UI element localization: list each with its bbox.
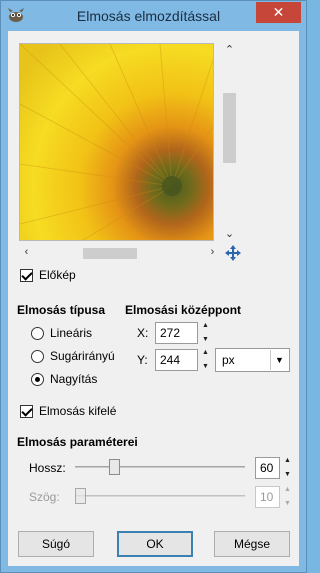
ok-button[interactable]: OK (117, 531, 193, 557)
radio-radial-label: Sugárirányú (50, 349, 115, 363)
title-bar[interactable]: Elmosás elmozdítással ✕ (1, 1, 306, 31)
radio-linear[interactable] (31, 326, 44, 340)
y-spinbox[interactable]: 244 ▲ ▼ (155, 349, 211, 371)
length-decrement-icon[interactable]: ▼ (282, 471, 293, 479)
chevron-right-icon[interactable]: › (205, 246, 220, 258)
x-increment-icon[interactable]: ▲ (200, 322, 211, 330)
gimp-app-icon (8, 8, 24, 22)
angle-input[interactable]: 10 (255, 486, 280, 508)
chevron-left-icon[interactable]: ‹ (19, 246, 34, 258)
chevron-up-icon[interactable]: ⌃ (222, 43, 237, 56)
length-input[interactable]: 60 (255, 457, 280, 479)
angle-slider-handle[interactable] (75, 488, 86, 504)
blur-type-heading: Elmosás típusa (17, 303, 106, 317)
preview-checkbox-label: Előkép (39, 268, 76, 282)
length-spinbox[interactable]: 60 ▲ ▼ (255, 457, 293, 479)
angle-label: Szög: (29, 490, 60, 504)
length-slider-handle[interactable] (109, 459, 120, 475)
blur-outward-toggle[interactable]: Elmosás kifelé (20, 404, 116, 418)
navigate-move-icon[interactable] (224, 244, 242, 262)
length-label: Hossz: (29, 461, 66, 475)
blur-params-heading: Elmosás paraméterei (17, 435, 138, 449)
window-title: Elmosás elmozdítással (76, 8, 221, 24)
dialog-window: Elmosás elmozdítással ✕ ⌃ ⌄ ‹ › Előkép E… (0, 0, 307, 573)
help-button[interactable]: Súgó (18, 531, 94, 557)
blur-type-linear-option[interactable]: Lineáris (31, 326, 92, 340)
blur-type-radial-option[interactable]: Sugárirányú (31, 349, 115, 363)
unit-select[interactable]: px ▼ (215, 348, 290, 372)
preview-toggle[interactable]: Előkép (20, 268, 76, 282)
y-increment-icon[interactable]: ▲ (200, 349, 211, 357)
blur-type-zoom-option[interactable]: Nagyítás (31, 372, 97, 386)
chevron-down-icon[interactable]: ▼ (270, 350, 288, 370)
cancel-button[interactable]: Mégse (214, 531, 290, 557)
radio-zoom[interactable] (31, 372, 44, 386)
preview-checkbox[interactable] (20, 268, 33, 282)
preview-image[interactable] (19, 43, 214, 241)
preview-horizontal-scrollbar[interactable]: ‹ › (19, 245, 219, 261)
length-increment-icon[interactable]: ▲ (282, 457, 293, 465)
radio-linear-label: Lineáris (50, 326, 93, 340)
dialog-client-area: ⌃ ⌄ ‹ › Előkép Elmosás típusa Lineáris S… (8, 31, 299, 566)
y-label: Y: (137, 353, 148, 367)
radio-radial[interactable] (31, 349, 44, 363)
chevron-down-icon[interactable]: ⌄ (222, 227, 237, 240)
y-decrement-icon[interactable]: ▼ (200, 363, 211, 371)
blur-center-heading: Elmosási középpont (125, 303, 242, 317)
angle-increment-icon[interactable]: ▲ (282, 486, 293, 494)
radio-zoom-label: Nagyítás (50, 372, 98, 386)
angle-decrement-icon[interactable]: ▼ (282, 500, 293, 508)
angle-slider-track[interactable] (75, 495, 245, 497)
length-slider-track[interactable] (75, 466, 245, 468)
vertical-scroll-thumb[interactable] (223, 93, 236, 163)
x-label: X: (137, 326, 149, 340)
angle-spinbox[interactable]: 10 ▲ ▼ (255, 486, 293, 508)
blur-outward-label: Elmosás kifelé (39, 404, 117, 418)
x-decrement-icon[interactable]: ▼ (200, 336, 211, 344)
blur-outward-checkbox[interactable] (20, 404, 33, 418)
unit-select-value: px (222, 353, 235, 367)
close-button[interactable]: ✕ (256, 2, 301, 23)
preview-vertical-scrollbar[interactable]: ⌃ ⌄ (221, 43, 238, 241)
horizontal-scroll-thumb[interactable] (83, 248, 137, 259)
x-spinbox[interactable]: 272 ▲ ▼ (155, 322, 211, 344)
y-input[interactable]: 244 (155, 349, 198, 371)
x-input[interactable]: 272 (155, 322, 198, 344)
sunflower-preview (20, 44, 213, 240)
